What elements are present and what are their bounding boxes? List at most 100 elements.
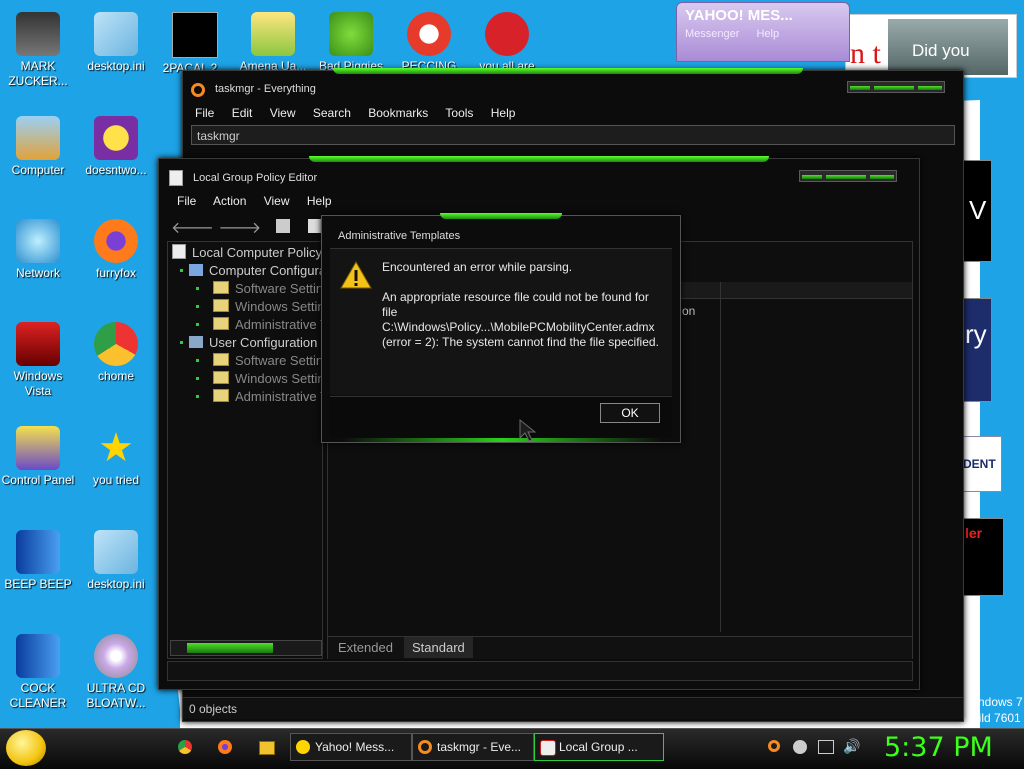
view-tabs: Extended Standard: [328, 636, 912, 659]
up-folder-icon[interactable]: [275, 219, 290, 233]
tree-item-root[interactable]: Local Computer Policy: [172, 244, 322, 262]
expand-icon[interactable]: [196, 359, 199, 362]
menu-help[interactable]: Help: [307, 194, 332, 208]
firefox-pinned-icon[interactable]: [218, 740, 232, 754]
search-input[interactable]: taskmgr: [191, 125, 955, 145]
horizontal-scrollbar[interactable]: [170, 640, 322, 656]
desktop-icon-beep[interactable]: BEEP BEEP: [0, 526, 76, 592]
warning-icon: [340, 261, 372, 289]
chrome-pinned-icon[interactable]: [178, 740, 192, 754]
tab-extended[interactable]: Extended: [338, 640, 393, 655]
expand-icon[interactable]: [180, 269, 183, 272]
menu-edit[interactable]: Edit: [232, 106, 253, 120]
expand-icon[interactable]: [196, 323, 199, 326]
tree-item-user[interactable]: User Configuration: [172, 334, 322, 352]
folder-icon: [213, 353, 229, 366]
taskbar-item-yahoo[interactable]: Yahoo! Mess...: [290, 733, 412, 761]
desktop-icon-peccing[interactable]: PECCING: [391, 8, 467, 74]
error-dialog[interactable]: Administrative Templates Encountered an …: [321, 213, 681, 443]
taskbar-label: taskmgr - Eve...: [437, 740, 522, 754]
menu-action[interactable]: Action: [213, 194, 246, 208]
dialog-button-bar: OK: [330, 396, 672, 437]
menu-tools[interactable]: Tools: [445, 106, 473, 120]
menu-bookmarks[interactable]: Bookmarks: [368, 106, 428, 120]
search-tray-icon[interactable]: [768, 740, 780, 752]
scroll-thumb[interactable]: [187, 643, 273, 653]
desktop-icon-ultra-cd[interactable]: ULTRA CD BLOATW...: [78, 630, 154, 711]
explorer-pinned-icon[interactable]: [259, 741, 275, 755]
tree-item-software-settings[interactable]: Software Settings: [172, 280, 322, 298]
window-controls[interactable]: [799, 170, 897, 182]
partial-window: ler: [962, 518, 1004, 596]
folder-icon: [213, 389, 229, 402]
tree-item-user-admin[interactable]: Administrative Templates: [172, 388, 322, 406]
network-tray-icon[interactable]: [818, 740, 834, 754]
desktop-icon-desktop-ini-2[interactable]: desktop.ini: [78, 526, 154, 592]
expand-icon[interactable]: [196, 395, 199, 398]
desktop-icon-doesntwork[interactable]: doesntwo...: [78, 112, 154, 178]
menu-help[interactable]: Help: [756, 28, 779, 40]
folder-icon: [213, 371, 229, 384]
expand-icon[interactable]: [196, 377, 199, 380]
desktop-icon-label: MARK ZUCKER...: [8, 59, 68, 88]
desktop-icon-amena[interactable]: Amena Ua...: [235, 8, 311, 74]
ok-button[interactable]: OK: [600, 403, 660, 423]
desktop-icon-network[interactable]: Network: [0, 215, 76, 281]
desktop-icon-dev[interactable]: you all are: [469, 8, 545, 74]
tree-item-user-windows[interactable]: Windows Settings: [172, 370, 322, 388]
menu-bar: File Edit View Search Bookmarks Tools He…: [195, 106, 529, 120]
clock[interactable]: 5:37 PM: [884, 731, 993, 765]
start-button[interactable]: [6, 730, 46, 766]
taskbar-item-taskmgr[interactable]: taskmgr - Eve...: [412, 733, 534, 761]
tree-item-computer[interactable]: Computer Configuration: [172, 262, 322, 280]
tree-label: Software Settings: [235, 281, 322, 296]
back-arrow-icon[interactable]: 🡐: [171, 220, 214, 237]
policy-tree: Local Computer Policy Computer Configura…: [172, 244, 322, 406]
expand-icon[interactable]: [180, 341, 183, 344]
error-headline: Encountered an error while parsing.: [382, 260, 573, 274]
window-controls[interactable]: [847, 81, 945, 93]
menu-view[interactable]: View: [270, 106, 296, 120]
taskbar-label: Local Group ...: [559, 740, 638, 754]
tab-standard[interactable]: Standard: [404, 637, 473, 658]
desktop-icon-bad-piggies[interactable]: Bad Piggies: [313, 8, 389, 74]
desktop-icon-computer[interactable]: Computer: [0, 112, 76, 178]
menu-messenger[interactable]: Messenger: [685, 28, 739, 40]
desktop-icon-2pacal[interactable]: 2PACAL 2...: [157, 8, 233, 76]
tree-label: Computer Configuration: [209, 263, 322, 278]
mouse-cursor: [519, 418, 537, 442]
column-divider: [720, 282, 721, 632]
desktop-icon-mark[interactable]: MARK ZUCKER...: [0, 8, 76, 89]
menu-search[interactable]: Search: [313, 106, 351, 120]
expand-icon[interactable]: [196, 287, 199, 290]
desktop-icon-desktop-ini[interactable]: desktop.ini: [78, 8, 154, 74]
desktop-icon-chome[interactable]: chome: [78, 318, 154, 384]
desktop-icon-label: you tried: [92, 473, 140, 487]
window-title: Local Group Policy Editor: [193, 172, 318, 184]
menu-file[interactable]: File: [195, 106, 214, 120]
partial-text: V: [969, 195, 987, 225]
background-browser-window: n t Did you: [845, 14, 1017, 78]
taskbar-item-gpedit[interactable]: Local Group ...: [534, 733, 664, 761]
partial-window: V: [962, 160, 992, 262]
desktop-icon-furryfox[interactable]: furryfox: [78, 215, 154, 281]
tree-item-admin-templates[interactable]: Administrative Templates: [172, 316, 322, 334]
menu-view[interactable]: View: [264, 194, 290, 208]
expand-icon[interactable]: [196, 305, 199, 308]
person-icon: [16, 12, 60, 56]
status-bar: [167, 661, 913, 681]
volume-icon[interactable]: 🔊: [843, 738, 860, 755]
menu-file[interactable]: File: [177, 194, 196, 208]
desktop-icon-label: chome: [97, 369, 135, 383]
tree-item-windows-settings[interactable]: Windows Settings: [172, 298, 322, 316]
yahoo-messenger-window[interactable]: YAHOO! MES... Messenger Help: [676, 2, 850, 62]
desktop-icon-you-tried[interactable]: ★ you tried: [78, 422, 154, 488]
forward-arrow-icon[interactable]: 🡒: [218, 220, 261, 237]
tree-label: User Configuration: [209, 335, 318, 350]
desktop-icon-cleaner[interactable]: COCK CLEANER: [0, 630, 76, 711]
desktop-icon-vista[interactable]: Windows Vista: [0, 318, 76, 399]
desktop-icon-control-panel[interactable]: Control Panel: [0, 422, 76, 488]
tree-item-user-software[interactable]: Software Settings: [172, 352, 322, 370]
menu-help[interactable]: Help: [491, 106, 516, 120]
emoji-tray-icon[interactable]: [793, 740, 807, 754]
